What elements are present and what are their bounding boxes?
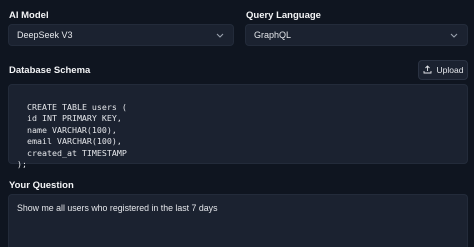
chevron-down-icon [215, 30, 225, 40]
schema-textarea[interactable]: CREATE TABLE users ( id INT PRIMARY KEY,… [8, 84, 468, 169]
upload-button[interactable]: Upload [418, 60, 468, 80]
query-language-label: Query Language [246, 10, 321, 21]
ai-model-selected-value: DeepSeek V3 [17, 30, 73, 40]
database-schema-label: Database Schema [9, 65, 91, 76]
resize-handle-icon[interactable] [460, 156, 465, 161]
chevron-down-icon [449, 30, 459, 40]
ai-model-select[interactable]: DeepSeek V3 [8, 24, 234, 46]
upload-icon [423, 64, 432, 76]
upload-label: Upload [436, 65, 464, 75]
your-question-label: Your Question [9, 180, 74, 191]
schema-text: CREATE TABLE users ( id INT PRIMARY KEY,… [17, 101, 127, 170]
query-language-select[interactable]: GraphQL [245, 24, 468, 46]
question-text: Show me all users who registered in the … [17, 203, 218, 213]
query-language-selected-value: GraphQL [254, 30, 292, 40]
ai-model-label: AI Model [9, 10, 49, 21]
question-textarea[interactable]: Show me all users who registered in the … [8, 194, 468, 247]
